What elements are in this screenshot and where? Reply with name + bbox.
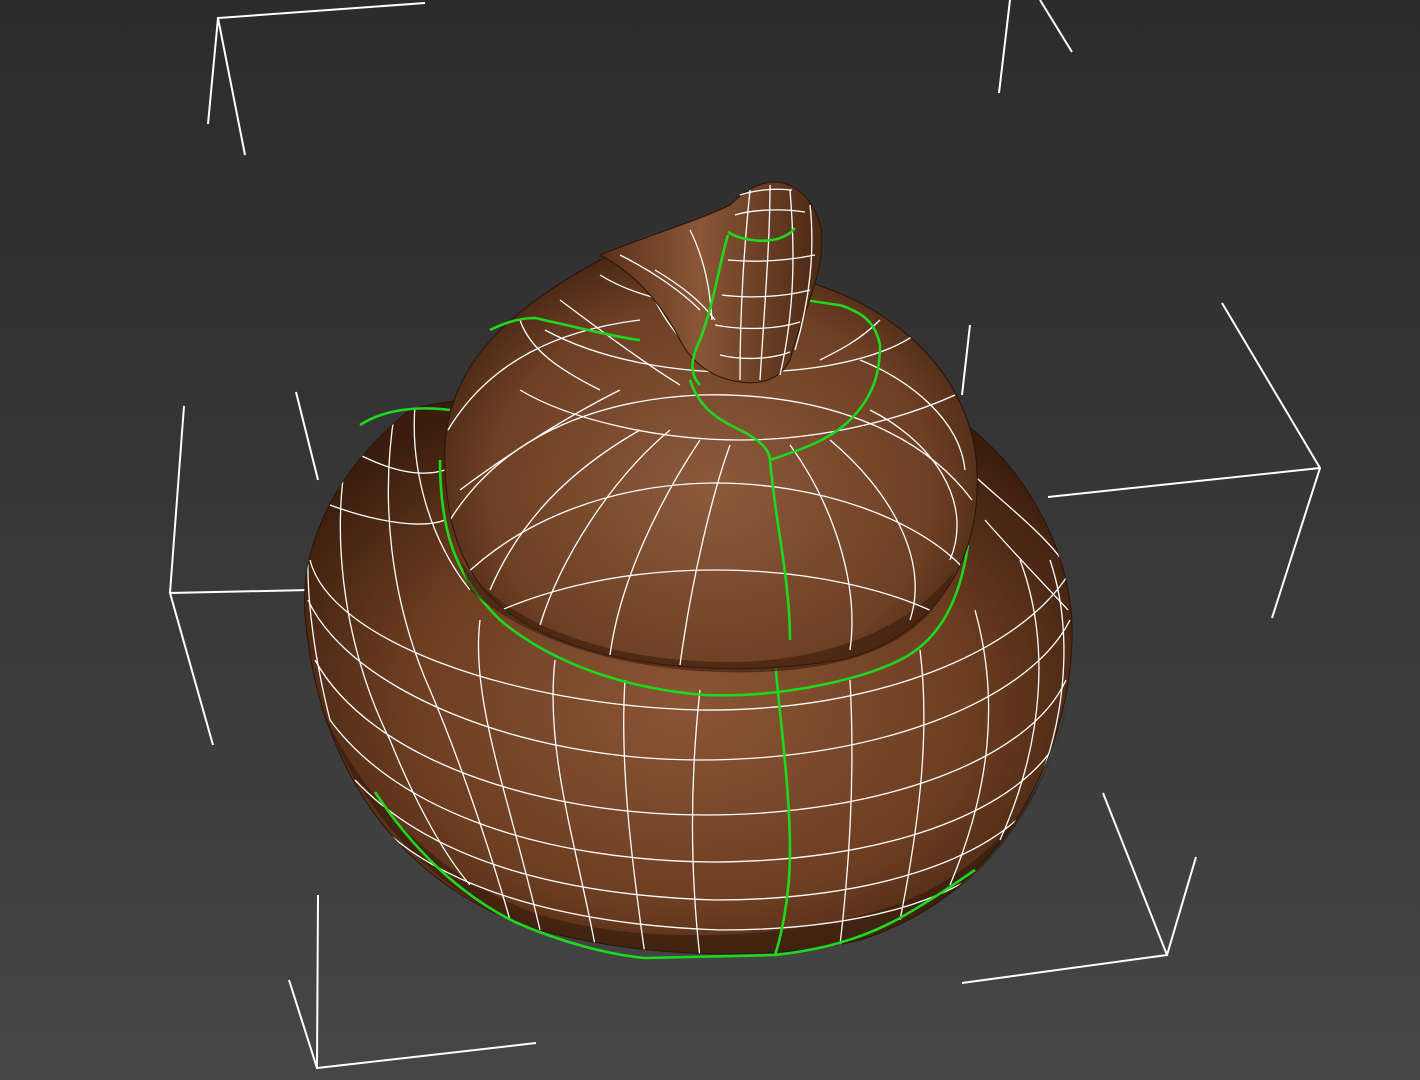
bbox-corner-top-left [216, 2, 426, 156]
bbox-corner-top-right [1039, 0, 1073, 53]
viewport-canvas[interactable] [0, 0, 1420, 1080]
viewport-3d[interactable] [0, 0, 1420, 1080]
poop-emoji-mesh[interactable] [304, 181, 1073, 960]
bbox-corner-bottom-left [288, 979, 537, 1070]
bbox-corner-left [168, 589, 311, 746]
bbox-corner-right [1221, 302, 1322, 619]
